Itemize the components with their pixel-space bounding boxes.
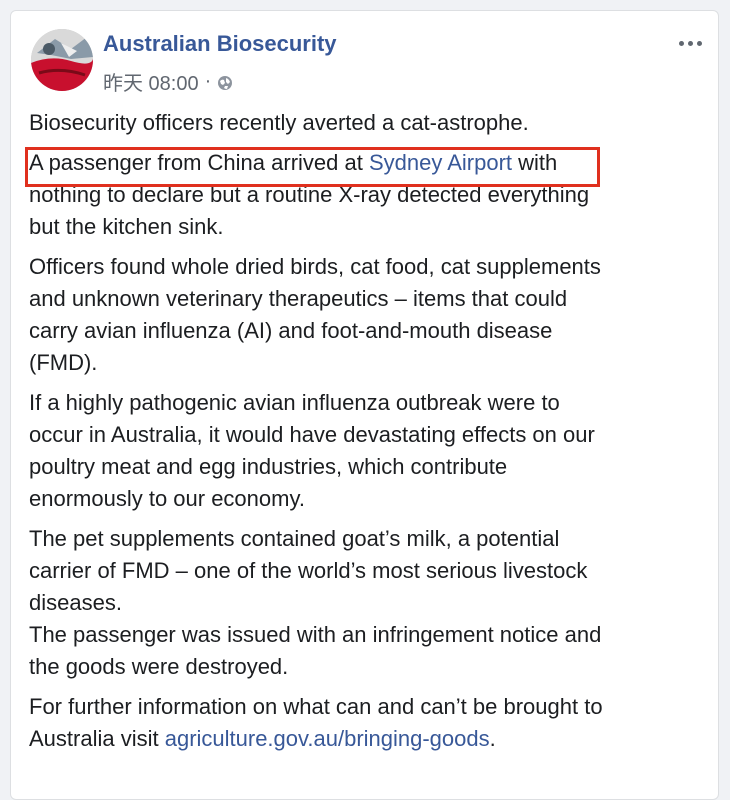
post-timestamp[interactable]: 昨天 08:00 (103, 67, 199, 96)
paragraph-2: A passenger from China arrived at Sydney… (29, 150, 590, 239)
sydney-airport-link[interactable]: Sydney Airport (369, 150, 512, 175)
more-options-icon[interactable] (672, 33, 708, 53)
post-body: Biosecurity officers recently averted a … (29, 107, 709, 763)
paragraph-3: Officers found whole dried birds, cat fo… (29, 254, 601, 375)
page-name-link[interactable]: Australian Biosecurity (103, 31, 337, 57)
paragraph-5: The pet supplements contained goat’s mil… (29, 526, 588, 615)
paragraph-1: Biosecurity officers recently averted a … (29, 110, 529, 135)
avatar[interactable] (31, 29, 93, 91)
post-card: Australian Biosecurity 昨天 08:00 · Biosec… (10, 10, 719, 800)
avatar-image (31, 29, 93, 91)
globe-icon[interactable] (217, 74, 233, 90)
paragraph-6: The passenger was issued with an infring… (29, 622, 602, 679)
paragraph-4: If a highly pathogenic avian influenza o… (29, 390, 595, 511)
bringing-goods-link[interactable]: agriculture.gov.au/bringing-goods (165, 726, 490, 751)
paragraph-7: For further information on what can and … (29, 694, 603, 751)
post-meta: 昨天 08:00 · (103, 67, 233, 96)
meta-separator: · (204, 70, 212, 92)
